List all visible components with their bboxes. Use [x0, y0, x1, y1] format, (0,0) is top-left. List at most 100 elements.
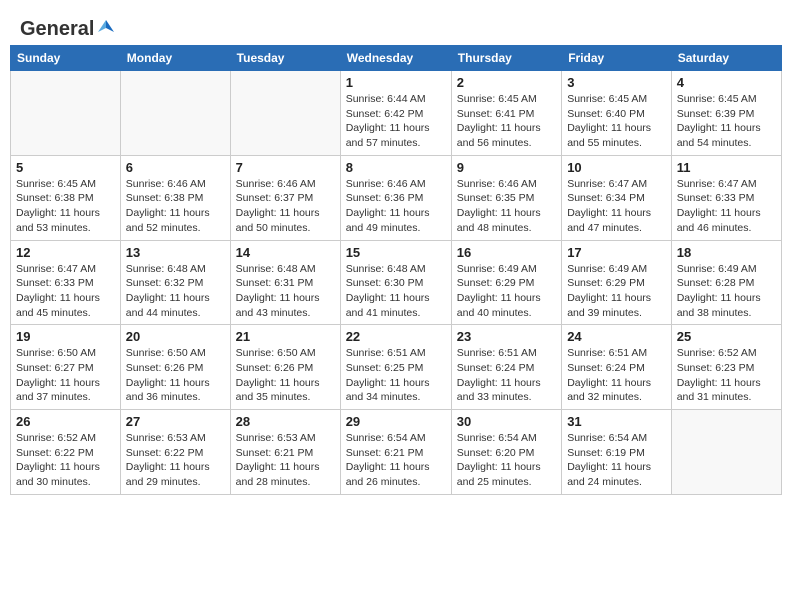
day-info: Sunrise: 6:54 AMSunset: 6:20 PMDaylight:… — [457, 431, 556, 490]
calendar-day-cell — [11, 71, 121, 156]
calendar-day-cell: 31 Sunrise: 6:54 AMSunset: 6:19 PMDayligh… — [562, 410, 672, 495]
day-info: Sunrise: 6:46 AMSunset: 6:35 PMDaylight:… — [457, 177, 556, 236]
day-number: 20 — [126, 329, 225, 344]
day-info: Sunrise: 6:49 AMSunset: 6:29 PMDaylight:… — [457, 262, 556, 321]
day-info: Sunrise: 6:51 AMSunset: 6:25 PMDaylight:… — [346, 346, 446, 405]
calendar-day-cell: 18Sunrise: 6:49 AMSunset: 6:28 PMDayligh… — [671, 240, 781, 325]
day-number: 2 — [457, 75, 556, 90]
day-info: Sunrise: 6:46 AMSunset: 6:36 PMDaylight:… — [346, 177, 446, 236]
day-number: 29 — [346, 414, 446, 429]
logo-general: General — [20, 18, 94, 41]
day-info: Sunrise: 6:51 AMSunset: 6:24 PMDaylight:… — [457, 346, 556, 405]
calendar-day-cell: 23 Sunrise: 6:51 AMSunset: 6:24 PMDayligh… — [451, 325, 561, 410]
day-info: Sunrise: 6:45 AMSunset: 6:38 PMDaylight:… — [16, 177, 115, 236]
day-number: 18 — [677, 245, 776, 260]
calendar-day-cell: 10Sunrise: 6:47 AMSunset: 6:34 PMDayligh… — [562, 155, 672, 240]
calendar-day-cell: 9 Sunrise: 6:46 AMSunset: 6:35 PMDaylight… — [451, 155, 561, 240]
calendar-day-cell: 1 Sunrise: 6:44 AMSunset: 6:42 PMDaylight… — [340, 71, 451, 156]
calendar-header-monday: Monday — [120, 46, 230, 71]
calendar-day-cell — [230, 71, 340, 156]
logo-bird-icon — [96, 18, 116, 38]
day-info: Sunrise: 6:53 AMSunset: 6:21 PMDaylight:… — [236, 431, 335, 490]
day-number: 30 — [457, 414, 556, 429]
calendar-day-cell: 4Sunrise: 6:45 AMSunset: 6:39 PMDaylight… — [671, 71, 781, 156]
day-info: Sunrise: 6:51 AMSunset: 6:24 PMDaylight:… — [567, 346, 666, 405]
calendar-day-cell: 3Sunrise: 6:45 AMSunset: 6:40 PMDaylight… — [562, 71, 672, 156]
day-info: Sunrise: 6:50 AMSunset: 6:26 PMDaylight:… — [236, 346, 335, 405]
day-number: 25 — [677, 329, 776, 344]
day-info: Sunrise: 6:49 AMSunset: 6:29 PMDaylight:… — [567, 262, 666, 321]
calendar-day-cell: 13 Sunrise: 6:48 AMSunset: 6:32 PMDayligh… — [120, 240, 230, 325]
calendar-day-cell: 8Sunrise: 6:46 AMSunset: 6:36 PMDaylight… — [340, 155, 451, 240]
calendar-header-tuesday: Tuesday — [230, 46, 340, 71]
day-number: 27 — [126, 414, 225, 429]
day-info: Sunrise: 6:50 AMSunset: 6:26 PMDaylight:… — [126, 346, 225, 405]
day-number: 15 — [346, 245, 446, 260]
day-info: Sunrise: 6:54 AMSunset: 6:21 PMDaylight:… — [346, 431, 446, 490]
day-number: 22 — [346, 329, 446, 344]
day-number: 23 — [457, 329, 556, 344]
calendar-day-cell: 25 Sunrise: 6:52 AMSunset: 6:23 PMDayligh… — [671, 325, 781, 410]
day-number: 3 — [567, 75, 666, 90]
day-info: Sunrise: 6:48 AMSunset: 6:31 PMDaylight:… — [236, 262, 335, 321]
calendar-header-wednesday: Wednesday — [340, 46, 451, 71]
day-number: 9 — [457, 160, 556, 175]
calendar-day-cell: 22 Sunrise: 6:51 AMSunset: 6:25 PMDayligh… — [340, 325, 451, 410]
day-info: Sunrise: 6:52 AMSunset: 6:22 PMDaylight:… — [16, 431, 115, 490]
day-number: 31 — [567, 414, 666, 429]
day-number: 10 — [567, 160, 666, 175]
calendar-day-cell: 15 Sunrise: 6:48 AMSunset: 6:30 PMDayligh… — [340, 240, 451, 325]
calendar-day-cell: 16Sunrise: 6:49 AMSunset: 6:29 PMDayligh… — [451, 240, 561, 325]
calendar-day-cell: 2Sunrise: 6:45 AMSunset: 6:41 PMDaylight… — [451, 71, 561, 156]
calendar-day-cell — [120, 71, 230, 156]
calendar-day-cell: 5 Sunrise: 6:45 AMSunset: 6:38 PMDaylight… — [11, 155, 121, 240]
day-number: 21 — [236, 329, 335, 344]
calendar-day-cell: 20 Sunrise: 6:50 AMSunset: 6:26 PMDayligh… — [120, 325, 230, 410]
calendar-week-5: 26 Sunrise: 6:52 AMSunset: 6:22 PMDayligh… — [11, 410, 782, 495]
day-number: 5 — [16, 160, 115, 175]
day-number: 13 — [126, 245, 225, 260]
day-info: Sunrise: 6:46 AMSunset: 6:37 PMDaylight:… — [236, 177, 335, 236]
day-number: 7 — [236, 160, 335, 175]
logo: General — [20, 18, 116, 35]
day-number: 1 — [346, 75, 446, 90]
calendar-day-cell — [671, 410, 781, 495]
calendar-day-cell: 19 Sunrise: 6:50 AMSunset: 6:27 PMDayligh… — [11, 325, 121, 410]
calendar-header-thursday: Thursday — [451, 46, 561, 71]
calendar-day-cell: 28 Sunrise: 6:53 AMSunset: 6:21 PMDayligh… — [230, 410, 340, 495]
calendar-day-cell: 17Sunrise: 6:49 AMSunset: 6:29 PMDayligh… — [562, 240, 672, 325]
calendar-week-2: 5 Sunrise: 6:45 AMSunset: 6:38 PMDaylight… — [11, 155, 782, 240]
calendar-day-cell: 12Sunrise: 6:47 AMSunset: 6:33 PMDayligh… — [11, 240, 121, 325]
day-info: Sunrise: 6:54 AMSunset: 6:19 PMDaylight:… — [567, 431, 666, 490]
day-info: Sunrise: 6:53 AMSunset: 6:22 PMDaylight:… — [126, 431, 225, 490]
day-number: 6 — [126, 160, 225, 175]
calendar-header-friday: Friday — [562, 46, 672, 71]
day-number: 11 — [677, 160, 776, 175]
day-info: Sunrise: 6:46 AMSunset: 6:38 PMDaylight:… — [126, 177, 225, 236]
calendar-day-cell: 30 Sunrise: 6:54 AMSunset: 6:20 PMDayligh… — [451, 410, 561, 495]
calendar-week-1: 1 Sunrise: 6:44 AMSunset: 6:42 PMDaylight… — [11, 71, 782, 156]
day-info: Sunrise: 6:48 AMSunset: 6:30 PMDaylight:… — [346, 262, 446, 321]
calendar-day-cell: 21 Sunrise: 6:50 AMSunset: 6:26 PMDayligh… — [230, 325, 340, 410]
calendar-day-cell: 26 Sunrise: 6:52 AMSunset: 6:22 PMDayligh… — [11, 410, 121, 495]
calendar-day-cell: 29 Sunrise: 6:54 AMSunset: 6:21 PMDayligh… — [340, 410, 451, 495]
day-number: 26 — [16, 414, 115, 429]
day-info: Sunrise: 6:44 AMSunset: 6:42 PMDaylight:… — [346, 92, 446, 151]
calendar-day-cell: 24 Sunrise: 6:51 AMSunset: 6:24 PMDayligh… — [562, 325, 672, 410]
calendar-header-sunday: Sunday — [11, 46, 121, 71]
calendar-day-cell: 27 Sunrise: 6:53 AMSunset: 6:22 PMDayligh… — [120, 410, 230, 495]
page-header: General — [10, 10, 782, 39]
day-number: 24 — [567, 329, 666, 344]
calendar-table: SundayMondayTuesdayWednesdayThursdayFrid… — [10, 45, 782, 495]
day-info: Sunrise: 6:48 AMSunset: 6:32 PMDaylight:… — [126, 262, 225, 321]
calendar-day-cell: 7 Sunrise: 6:46 AMSunset: 6:37 PMDaylight… — [230, 155, 340, 240]
day-info: Sunrise: 6:52 AMSunset: 6:23 PMDaylight:… — [677, 346, 776, 405]
day-number: 28 — [236, 414, 335, 429]
day-info: Sunrise: 6:50 AMSunset: 6:27 PMDaylight:… — [16, 346, 115, 405]
day-info: Sunrise: 6:45 AMSunset: 6:39 PMDaylight:… — [677, 92, 776, 151]
calendar-header-row: SundayMondayTuesdayWednesdayThursdayFrid… — [11, 46, 782, 71]
calendar-header-saturday: Saturday — [671, 46, 781, 71]
calendar-day-cell: 11Sunrise: 6:47 AMSunset: 6:33 PMDayligh… — [671, 155, 781, 240]
day-number: 19 — [16, 329, 115, 344]
day-info: Sunrise: 6:47 AMSunset: 6:33 PMDaylight:… — [16, 262, 115, 321]
